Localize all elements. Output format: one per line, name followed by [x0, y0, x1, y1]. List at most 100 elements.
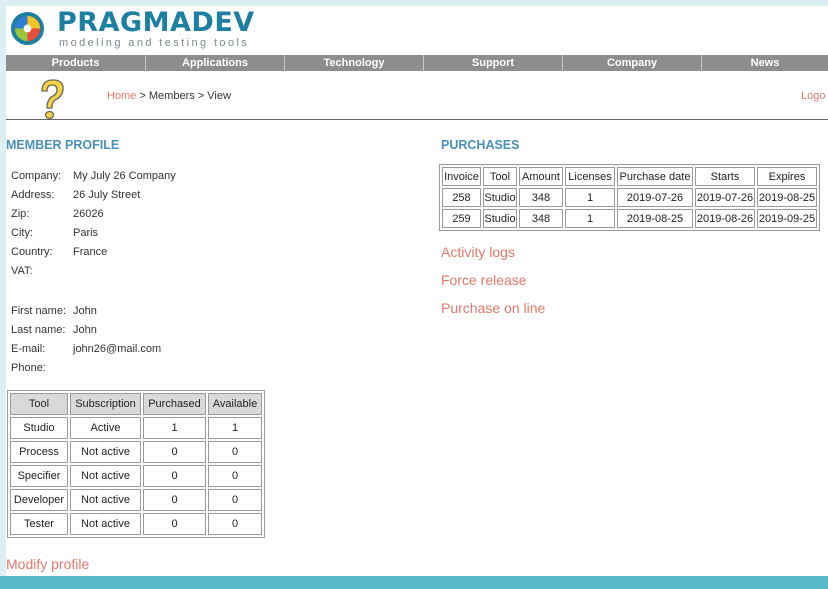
invoice-link[interactable]: 259: [442, 209, 481, 228]
available-cell: 0: [208, 489, 262, 511]
subscriptions-table: Tool Subscription Purchased Available St…: [7, 390, 265, 538]
available-cell: 0: [208, 513, 262, 535]
main-nav: Products Applications Technology Support…: [6, 55, 828, 71]
purchased-cell: 0: [143, 441, 206, 463]
table-row: Tester Not active 0 0: [10, 513, 262, 535]
table-row: Studio Active 1 1: [10, 417, 262, 439]
nav-technology[interactable]: Technology: [285, 55, 424, 71]
available-cell: 0: [208, 441, 262, 463]
last-name-label: Last name:: [11, 324, 66, 336]
invoice-link[interactable]: 258: [442, 188, 481, 207]
page-frame-top: [0, 0, 828, 6]
table-row: 259 Studio 348 1 2019-08-25 2019-08-26 2…: [442, 209, 817, 228]
member-profile-title: MEMBER PROFILE: [6, 138, 120, 152]
column-header: Purchased: [143, 393, 206, 415]
table-row: Developer Not active 0 0: [10, 489, 262, 511]
city-value: Paris: [73, 227, 99, 239]
column-header: Subscription: [70, 393, 141, 415]
amount-cell: 348: [519, 188, 563, 207]
nav-company[interactable]: Company: [563, 55, 702, 71]
page-frame-left: [0, 0, 6, 589]
address-label: Address:: [11, 189, 55, 201]
country-label: Country:: [11, 246, 53, 258]
table-header-row: Invoice Tool Amount Licenses Purchase da…: [442, 167, 817, 186]
subscription-cell: Active: [70, 417, 141, 439]
question-mark-icon[interactable]: [36, 77, 68, 121]
column-header: Tool: [483, 167, 517, 186]
email-value: john26@mail.com: [73, 343, 162, 355]
nav-applications[interactable]: Applications: [146, 55, 285, 71]
tool-cell: Studio: [483, 209, 517, 228]
starts-cell: 2019-08-26: [695, 209, 755, 228]
column-header: Purchase date: [617, 167, 693, 186]
table-row: Specifier Not active 0 0: [10, 465, 262, 487]
company-label: Company:: [11, 170, 62, 182]
starts-cell: 2019-07-26: [695, 188, 755, 207]
breadcrumb-members: Members: [148, 90, 195, 102]
subscription-cell: Not active: [70, 465, 141, 487]
breadcrumb-home[interactable]: Home: [107, 90, 136, 102]
first-name-value: John: [73, 305, 97, 317]
breadcrumb-separator: >: [136, 90, 149, 102]
page-frame-bottom: [0, 576, 828, 589]
purchase-online-link[interactable]: Purchase on line: [441, 300, 545, 316]
breadcrumb-separator: >: [194, 90, 208, 102]
licenses-cell: 1: [565, 188, 615, 207]
purchases-table: Invoice Tool Amount Licenses Purchase da…: [439, 164, 820, 231]
purchased-cell: 1: [143, 417, 206, 439]
purchased-cell: 0: [143, 513, 206, 535]
purchase-date-cell: 2019-08-25: [617, 209, 693, 228]
brand-name[interactable]: PRAGMADEV: [57, 8, 255, 38]
purchased-cell: 0: [143, 465, 206, 487]
company-value: My July 26 Company: [73, 170, 176, 182]
available-cell: 1: [208, 417, 262, 439]
address-value: 26 July Street: [73, 189, 141, 201]
phone-label: Phone:: [11, 362, 46, 374]
column-header: Available: [208, 393, 262, 415]
last-name-value: John: [73, 324, 97, 336]
email-label: E-mail:: [11, 343, 46, 355]
nav-news[interactable]: News: [702, 55, 828, 71]
brand-tagline: modeling and testing tools: [59, 37, 250, 49]
column-header: Starts: [695, 167, 755, 186]
column-header: Invoice: [442, 167, 481, 186]
licenses-cell: 1: [565, 209, 615, 228]
tool-cell: Tester: [10, 513, 68, 535]
subscription-cell: Not active: [70, 489, 141, 511]
pragmadev-logo-icon[interactable]: [10, 11, 45, 46]
purchase-date-cell: 2019-07-26: [617, 188, 693, 207]
subscription-cell: Not active: [70, 441, 141, 463]
column-header: Expires: [757, 167, 817, 186]
column-header: Amount: [519, 167, 563, 186]
tool-cell: Studio: [10, 417, 68, 439]
tool-cell: Process: [10, 441, 68, 463]
tool-cell: Developer: [10, 489, 68, 511]
activity-logs-link[interactable]: Activity logs: [441, 244, 515, 260]
available-cell: 0: [208, 465, 262, 487]
purchased-cell: 0: [143, 489, 206, 511]
purchases-title: PURCHASES: [441, 138, 520, 152]
table-row: 258 Studio 348 1 2019-07-26 2019-07-26 2…: [442, 188, 817, 207]
logout-link[interactable]: Logo: [801, 90, 825, 102]
amount-cell: 348: [519, 209, 563, 228]
subscription-cell: Not active: [70, 513, 141, 535]
breadcrumb: Home > Members > View: [107, 90, 231, 102]
zip-label: Zip:: [11, 208, 30, 220]
zip-value: 26026: [73, 208, 104, 220]
country-value: France: [73, 246, 108, 258]
city-label: City:: [11, 227, 33, 239]
tool-cell: Specifier: [10, 465, 68, 487]
force-release-link[interactable]: Force release: [441, 272, 527, 288]
vat-label: VAT:: [11, 265, 33, 277]
first-name-label: First name:: [11, 305, 67, 317]
table-header-row: Tool Subscription Purchased Available: [10, 393, 262, 415]
nav-products[interactable]: Products: [6, 55, 146, 71]
breadcrumb-current: View: [207, 90, 231, 102]
expires-cell: 2019-09-25: [757, 209, 817, 228]
nav-support[interactable]: Support: [424, 55, 563, 71]
tool-cell: Studio: [483, 188, 517, 207]
column-header: Tool: [10, 393, 68, 415]
table-row: Process Not active 0 0: [10, 441, 262, 463]
expires-cell: 2019-08-25: [757, 188, 817, 207]
modify-profile-link[interactable]: Modify profile: [6, 556, 89, 572]
